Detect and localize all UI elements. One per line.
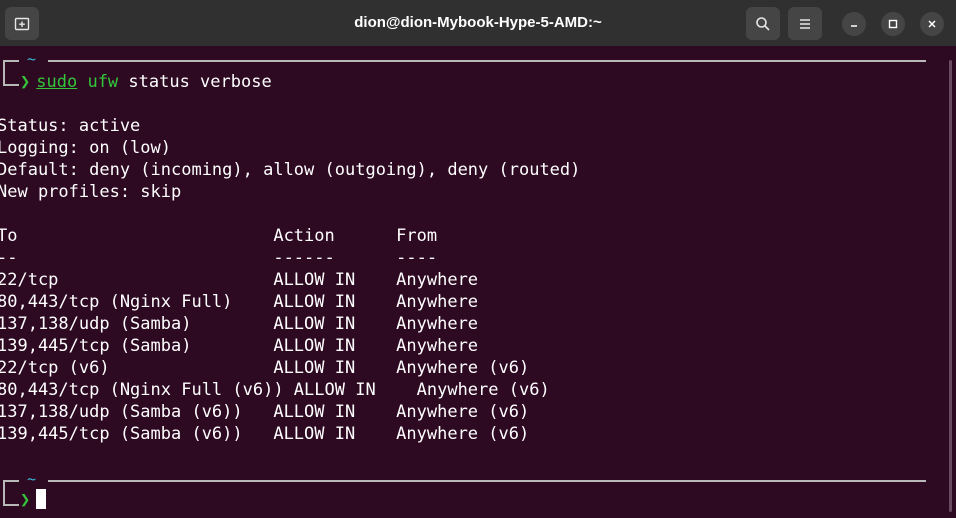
command-line: ❯ sudo ufw status verbose [20,71,272,93]
prompt-directory: ~ [27,470,37,488]
table-separator: -- ------ ---- [0,248,438,268]
maximize-button[interactable] [881,12,905,36]
input-line[interactable]: ❯ [20,489,47,511]
output-line: Status: active [0,116,141,136]
table-row: 22/tcp (v6) ALLOW IN Anywhere (v6) [0,358,530,378]
command-sudo: sudo [36,72,78,92]
table-row: 80,443/tcp (Nginx Full) ALLOW IN Anywher… [0,292,479,312]
search-icon [756,16,770,31]
prompt-arrow: ❯ [20,72,31,92]
output-line: Default: deny (incoming), allow (outgoin… [0,160,581,180]
command-ufw: ufw [87,72,119,92]
close-icon [928,20,936,28]
prompt-divider [48,480,926,482]
prompt-bracket [3,480,19,506]
minimize-icon [851,25,857,27]
prompt-divider [48,60,926,62]
prompt-bracket [3,60,19,86]
menu-icon [800,18,810,29]
output-line: New profiles: skip [0,182,182,202]
minimize-button[interactable] [842,12,866,36]
prompt-arrow: ❯ [20,490,31,510]
table-header: To Action From [0,226,438,246]
table-row: 80,443/tcp (Nginx Full (v6)) ALLOW IN An… [0,380,550,400]
new-tab-button[interactable] [5,7,39,40]
menu-button[interactable] [788,7,822,40]
search-button[interactable] [746,7,780,40]
prompt-directory: ~ [27,50,37,68]
text-cursor [36,489,47,509]
scrollbar[interactable] [949,60,952,512]
output-line: Logging: on (low) [0,138,171,158]
maximize-icon [888,19,898,29]
terminal-area[interactable]: ~ ❯ sudo ufw status verbose Status: activ… [0,46,956,518]
table-row: 22/tcp ALLOW IN Anywhere [0,270,479,290]
title-bar: dion@dion-Mybook-Hype-5-AMD:~ [0,0,956,46]
close-button[interactable] [920,12,944,36]
table-row: 137,138/udp (Samba) ALLOW IN Anywhere [0,314,479,334]
table-row: 139,445/tcp (Samba (v6)) ALLOW IN Anywhe… [0,424,530,444]
table-row: 139,445/tcp (Samba) ALLOW IN Anywhere [0,336,479,356]
table-row: 137,138/udp (Samba (v6)) ALLOW IN Anywhe… [0,402,530,422]
command-args: status verbose [118,72,272,92]
new-tab-icon [14,17,30,30]
